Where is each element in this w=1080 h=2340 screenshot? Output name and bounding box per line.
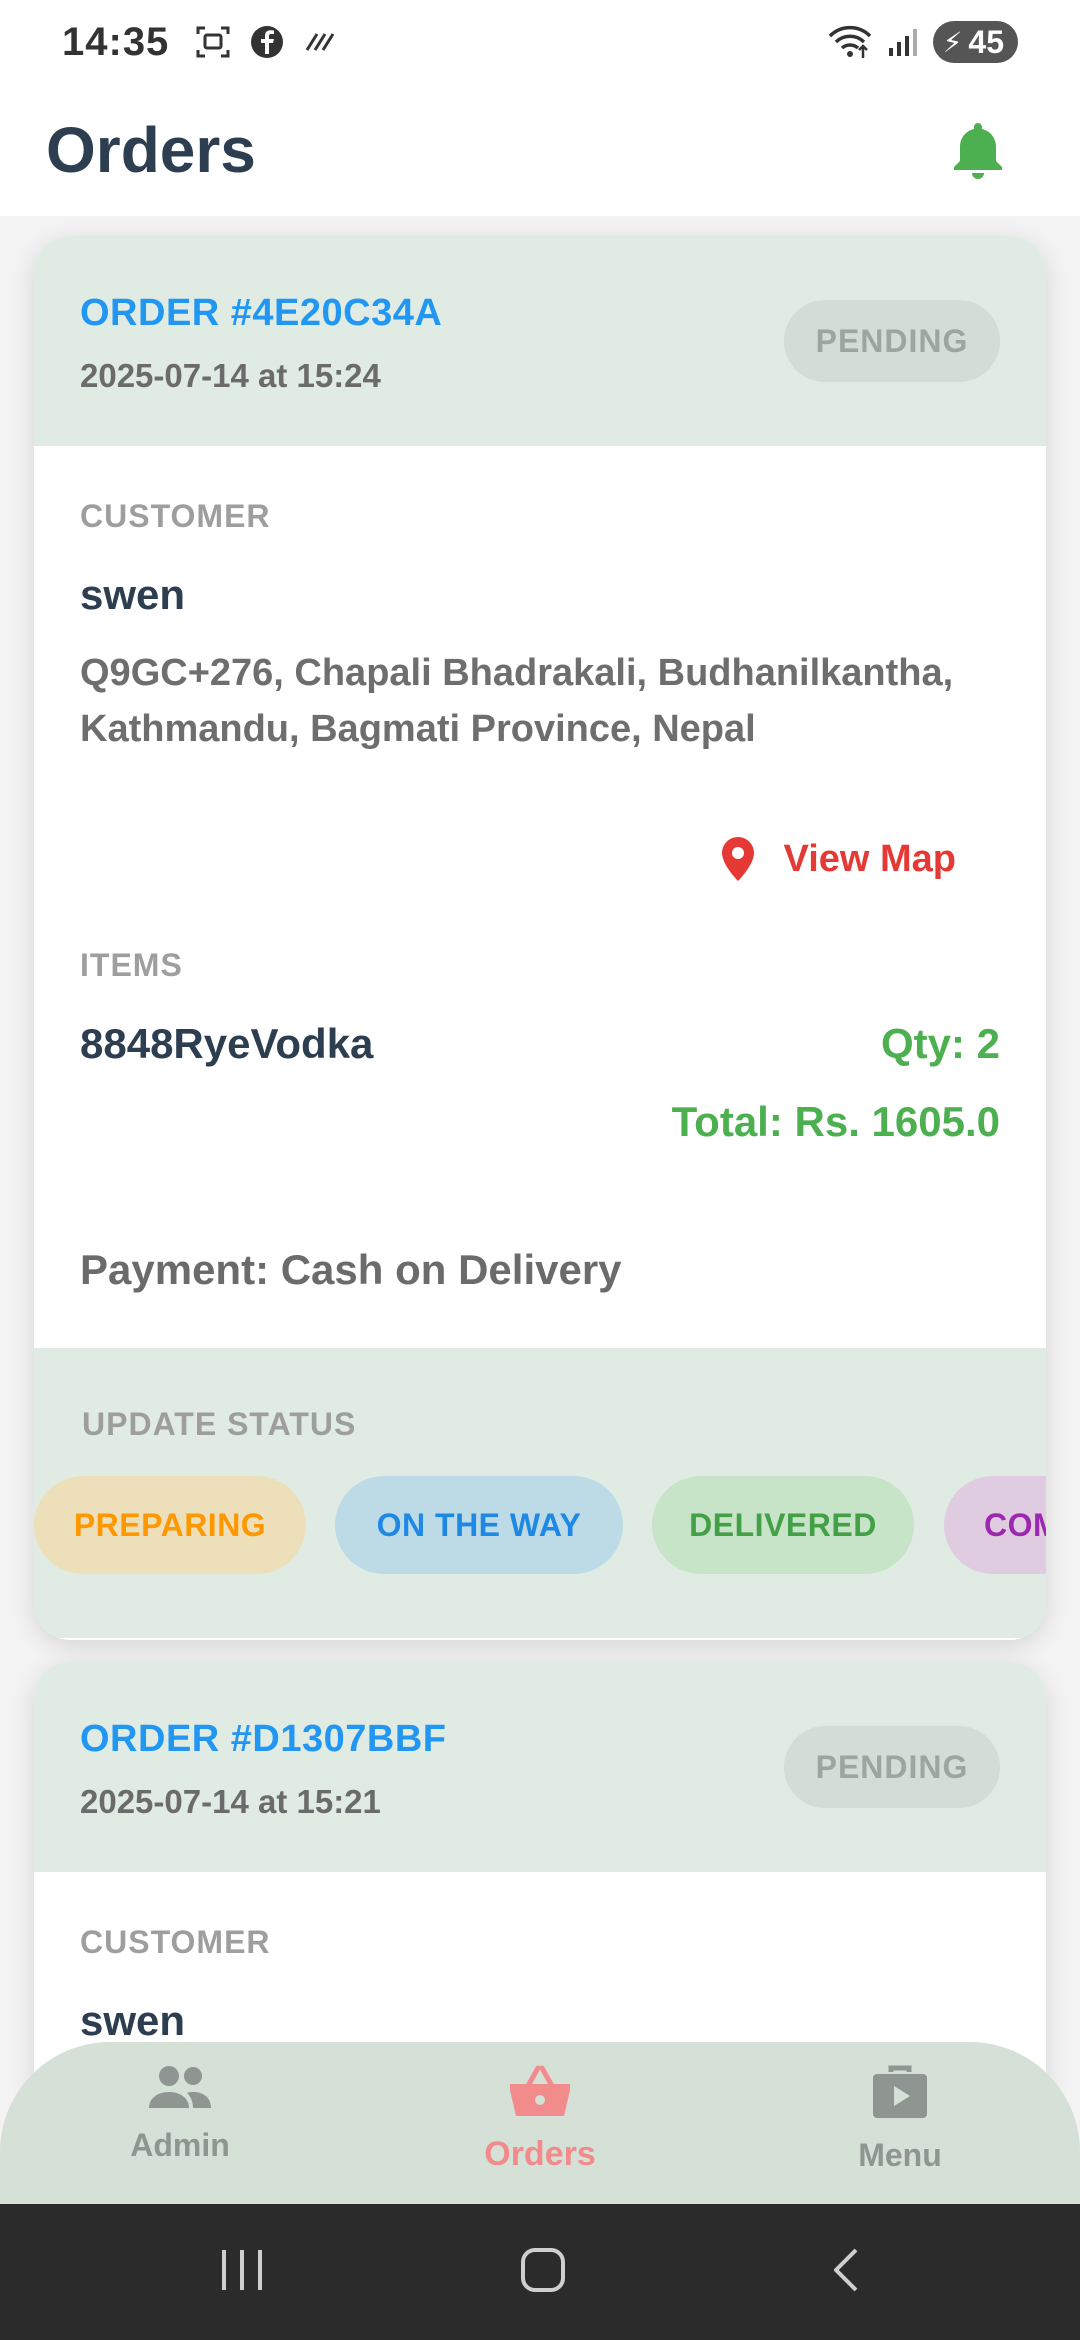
customer-label: CUSTOMER <box>80 498 271 534</box>
order-card-body: CUSTOMER swen Q9GC+276, Chapali Bhadraka… <box>34 446 1046 1348</box>
menu-briefcase-icon <box>873 2065 927 2118</box>
order-card: ORDER #4E20C34A 2025-07-14 at 15:24 PEND… <box>34 236 1046 1640</box>
status-on-the-way-button[interactable]: ON THE WAY <box>335 1476 623 1574</box>
status-time: 14:35 <box>62 19 170 64</box>
nav-label-menu: Menu <box>858 2137 942 2173</box>
customer-name: swen <box>80 571 186 618</box>
items-label: ITEMS <box>80 947 183 983</box>
status-badge: PENDING <box>784 1726 1000 1808</box>
item-qty: Qty: 2 <box>880 1020 1000 1067</box>
status-badge: PENDING <box>784 300 1000 382</box>
payment-method: Payment: Cash on Delivery <box>80 1246 622 1293</box>
nav-label-admin: Admin <box>130 2127 230 2163</box>
list-item: 8848RyeVodka Qty: 2 <box>80 1020 1000 1068</box>
order-total: Total: Rs. 1605.0 <box>671 1098 1000 1145</box>
nav-item-orders[interactable]: Orders <box>440 2064 640 2174</box>
nav-item-admin[interactable]: Admin <box>80 2064 280 2164</box>
update-status-section: UPDATE STATUS PREPARING ON THE WAY DELIV… <box>34 1348 1046 1638</box>
home-icon[interactable] <box>518 2244 568 2296</box>
bell-icon[interactable] <box>950 119 1006 181</box>
wifi-icon <box>828 25 871 58</box>
status-delivered-button[interactable]: DELIVERED <box>652 1476 914 1574</box>
status-icons-right: ⚡ 45 <box>827 21 1018 63</box>
facebook-icon <box>251 26 284 58</box>
recent-apps-icon[interactable] <box>218 2244 268 2296</box>
location-pin-icon <box>721 837 754 881</box>
screenshot-icon <box>196 26 230 58</box>
customer-label: CUSTOMER <box>80 1924 271 1960</box>
status-preparing-button[interactable]: PREPARING <box>34 1476 306 1574</box>
update-status-label: UPDATE STATUS <box>82 1406 357 1442</box>
view-map-button[interactable]: View Map <box>80 837 1000 881</box>
bottom-navigation: Admin Orders Menu <box>0 2042 1080 2204</box>
page-title: Orders <box>46 114 256 186</box>
customer-name: swen <box>80 1997 186 2044</box>
battery-level: 45 <box>968 23 1004 60</box>
view-map-label: View Map <box>783 837 956 880</box>
nav-item-menu[interactable]: Menu <box>800 2064 1000 2174</box>
order-card-body: CUSTOMER swen <box>34 1872 1046 2045</box>
nav-label-orders: Orders <box>484 2135 596 2173</box>
item-name: 8848RyeVodka <box>80 1020 374 1067</box>
order-card-header: ORDER #4E20C34A 2025-07-14 at 15:24 PEND… <box>34 236 1046 446</box>
back-icon[interactable] <box>822 2244 872 2296</box>
app-header: Orders <box>0 84 1080 216</box>
nfc-icon <box>306 33 335 51</box>
signal-icon <box>888 29 917 56</box>
customer-address: Q9GC+276, Chapali Bhadrakali, Budhanilka… <box>80 652 954 750</box>
people-icon <box>149 2066 211 2108</box>
status-bar: 14:35 ⚡ 45 <box>0 0 1080 84</box>
status-icons-left <box>195 24 339 60</box>
system-navigation-bar <box>0 2204 1080 2340</box>
orders-list[interactable]: ORDER #4E20C34A 2025-07-14 at 15:24 PEND… <box>0 216 1080 2206</box>
status-completed-button[interactable]: COMPLETED <box>944 1476 1046 1574</box>
battery-charging-icon: ⚡ <box>942 26 963 58</box>
battery-indicator: ⚡ 45 <box>932 21 1018 63</box>
order-card-header: ORDER #D1307BBF 2025-07-14 at 15:21 PEND… <box>34 1662 1046 1872</box>
basket-icon <box>510 2065 570 2116</box>
